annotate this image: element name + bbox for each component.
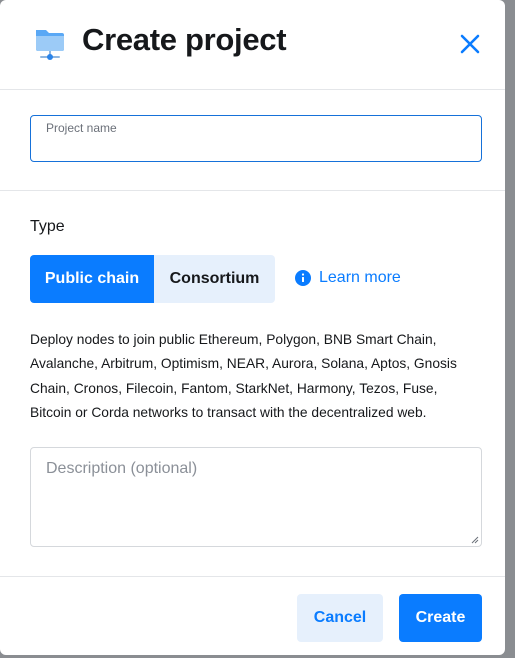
consortium-option[interactable]: Consortium (154, 255, 275, 303)
dialog-title: Create project (82, 22, 287, 57)
project-name-section: Project name (0, 90, 505, 191)
project-folder-icon (36, 30, 64, 60)
project-name-field[interactable]: Project name (30, 115, 482, 162)
description-field[interactable] (30, 447, 482, 547)
resize-handle-icon[interactable] (471, 536, 479, 544)
dialog-footer: Cancel Create (0, 577, 505, 657)
info-icon (295, 270, 311, 286)
public-chain-option[interactable]: Public chain (30, 255, 154, 303)
learn-more-label: Learn more (319, 269, 401, 286)
type-section: Type Public chain Consortium Learn more … (0, 191, 505, 577)
type-label: Type (30, 218, 65, 235)
description-input[interactable] (31, 448, 481, 546)
cancel-button[interactable]: Cancel (297, 594, 383, 642)
create-button[interactable]: Create (399, 594, 482, 642)
type-description: Deploy nodes to join public Ethereum, Po… (30, 332, 457, 420)
create-project-dialog: Create project Project name Type Public … (0, 0, 505, 655)
project-name-label: Project name (46, 121, 117, 135)
project-name-input[interactable] (45, 138, 469, 160)
learn-more-link[interactable]: Learn more (295, 269, 401, 287)
close-icon[interactable] (458, 32, 482, 56)
dialog-header: Create project (0, 0, 505, 90)
